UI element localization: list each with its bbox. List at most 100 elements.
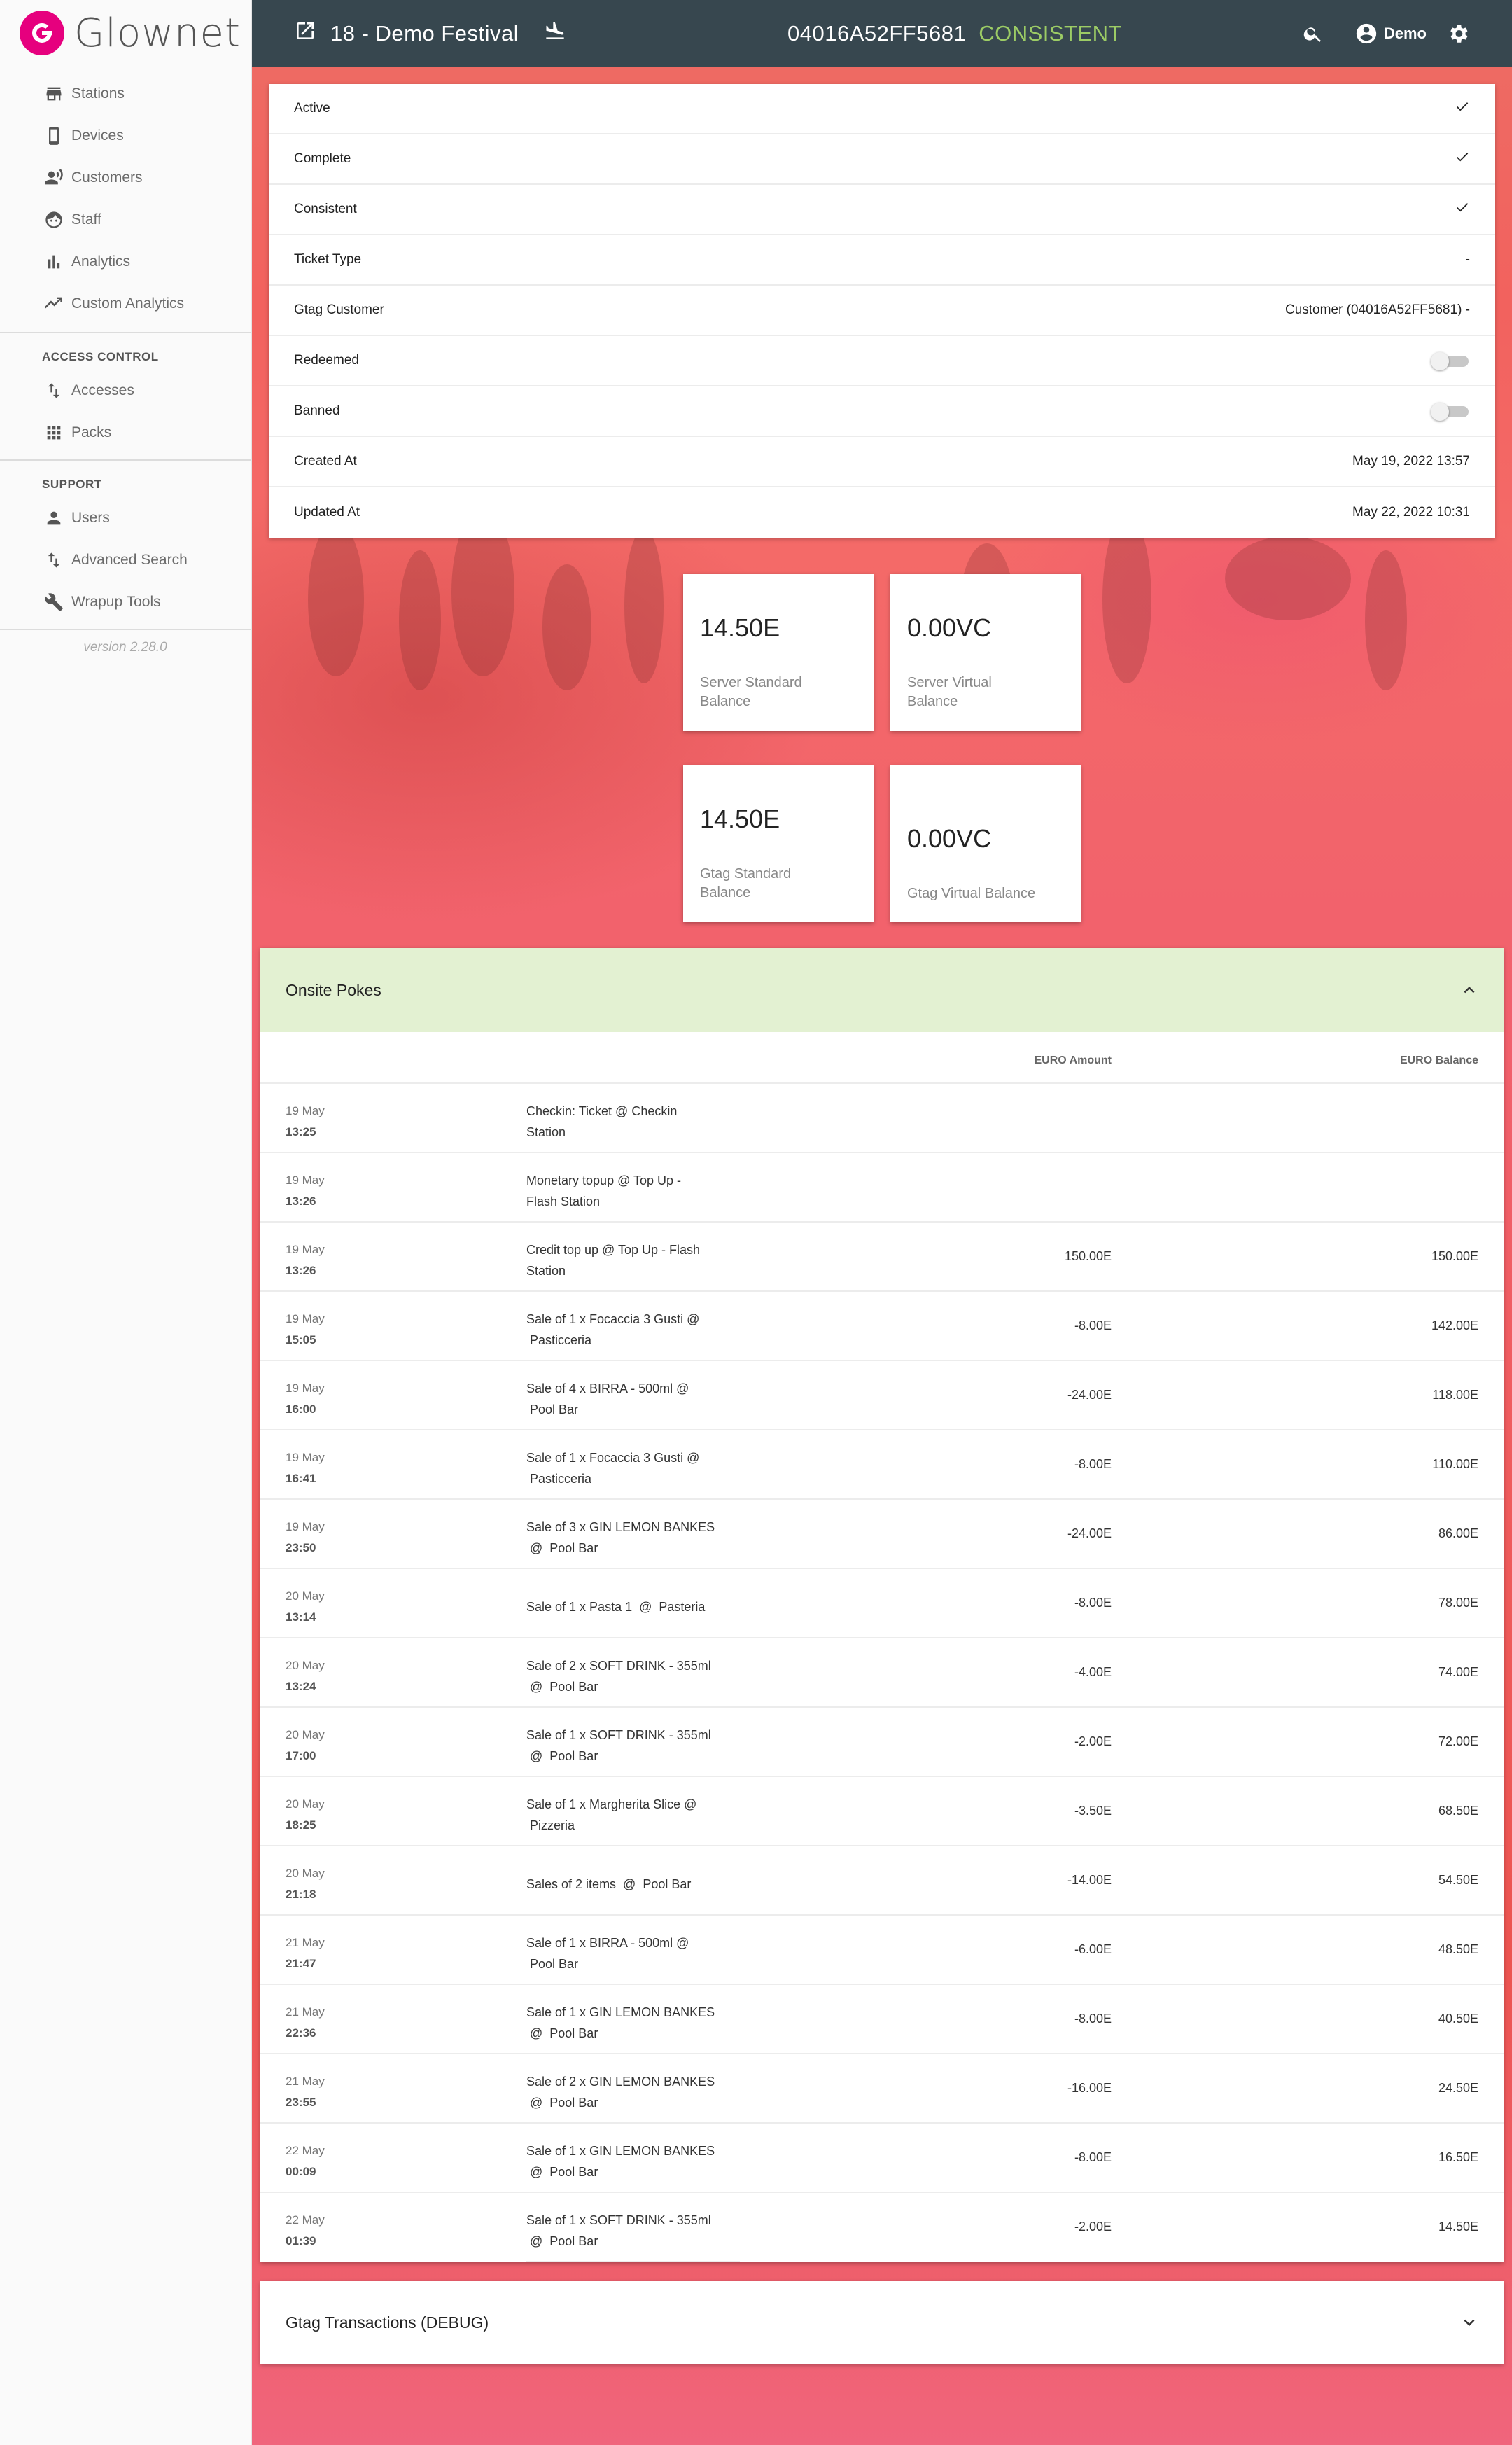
search-icon[interactable] [1303, 23, 1324, 44]
sidebar-item-label: Advanced Search [71, 552, 188, 568]
table-row[interactable]: 19 May 13:26 Credit top up @ Top Up - Flas… [260, 1222, 1504, 1292]
event-name[interactable]: 18 - Demo Festival [330, 21, 519, 46]
detail-row-ticket-type: Ticket Type - [269, 235, 1495, 286]
detail-value: May 19, 2022 13:57 [1352, 454, 1470, 468]
detail-value: Customer (04016A52FF5681) - [1284, 302, 1470, 317]
poke-balance: 74.00E [1438, 1665, 1478, 1679]
table-row[interactable]: 20 May 17:00 Sale of 1 x SOFT DRINK - 355m… [260, 1708, 1504, 1777]
check-icon [1455, 99, 1470, 118]
poke-day: 19 May [286, 1520, 325, 1533]
sidebar-item-analytics[interactable]: Analytics [0, 241, 251, 283]
table-row[interactable]: 22 May 01:39 Sale of 1 x SOFT DRINK - 355m… [260, 2193, 1504, 2262]
table-row[interactable]: 19 May 15:05 Sale of 1 x Focaccia 3 Gusti … [260, 1292, 1504, 1361]
table-row[interactable]: 21 May 22:36 Sale of 1 x GIN LEMON BANKES … [260, 1985, 1504, 2054]
poke-description: Sale of 1 x Margherita Slice @ Pizzeria [526, 1794, 740, 1846]
poke-date: 19 May 16:00 [286, 1378, 325, 1420]
poke-amount: -2.00E [1074, 2220, 1112, 2234]
gtag-transactions-header[interactable]: Gtag Transactions (DEBUG) [260, 2281, 1504, 2364]
access-control-heading: ACCESS CONTROL [42, 350, 159, 363]
brand-name: Glownet [74, 10, 241, 56]
onsite-pokes-panel: Onsite Pokes EURO Amount EURO Balance 19… [260, 948, 1504, 2262]
detail-row-created-at: Created At May 19, 2022 13:57 [269, 437, 1495, 487]
table-row[interactable]: 19 May 16:41 Sale of 1 x Focaccia 3 Gusti … [260, 1430, 1504, 1500]
detail-row-banned: Banned [269, 386, 1495, 437]
poke-day: 19 May [286, 1243, 325, 1256]
poke-balance: 78.00E [1438, 1596, 1478, 1610]
poke-time: 01:39 [286, 2234, 316, 2248]
sidebar-item-packs[interactable]: Packs [0, 412, 251, 454]
sidebar-item-custom-analytics[interactable]: Custom Analytics [0, 283, 251, 325]
table-row[interactable]: 20 May 13:24 Sale of 2 x SOFT DRINK - 355m… [260, 1638, 1504, 1708]
table-row[interactable]: 19 May 23:50 Sale of 3 x GIN LEMON BANKES … [260, 1500, 1504, 1569]
poke-day: 20 May [286, 1867, 325, 1880]
poke-balance: 110.00E [1432, 1457, 1478, 1471]
chevron-down-icon[interactable] [1459, 2312, 1480, 2333]
sidebar-item-users[interactable]: Users [0, 497, 251, 539]
balance-amount: 14.50E [700, 804, 780, 833]
toggle-switch[interactable] [1431, 403, 1470, 421]
table-row[interactable]: 21 May 21:47 Sale of 1 x BIRRA - 500ml @ P… [260, 1916, 1504, 1985]
sidebar-item-devices[interactable]: Devices [0, 115, 251, 157]
poke-date: 20 May 18:25 [286, 1794, 325, 1836]
column-header-balance[interactable]: EURO Balance [1400, 1054, 1478, 1067]
open-external-icon[interactable] [294, 20, 316, 48]
table-row[interactable]: 22 May 00:09 Sale of 1 x GIN LEMON BANKES … [260, 2124, 1504, 2193]
poke-day: 21 May [286, 2005, 325, 2019]
flight-land-icon[interactable] [544, 20, 566, 48]
poke-date: 20 May 17:00 [286, 1725, 325, 1767]
poke-time: 13:26 [286, 1194, 316, 1208]
poke-balance: 14.50E [1438, 2220, 1478, 2234]
detail-label: Created At [294, 454, 357, 468]
sidebar-item-customers[interactable]: Customers [0, 157, 251, 199]
sidebar-item-label: Accesses [71, 382, 134, 398]
poke-description-line2: @ Pool Bar [526, 1680, 598, 1694]
poke-time: 22:36 [286, 2026, 316, 2040]
panel-title: Gtag Transactions (DEBUG) [286, 2313, 489, 2332]
table-row[interactable]: 20 May 21:18 Sales of 2 items @ Pool Bar -1… [260, 1846, 1504, 1916]
poke-description-line1: Sale of 1 x GIN LEMON BANKES [526, 2144, 715, 2158]
onsite-pokes-header[interactable]: Onsite Pokes [260, 948, 1504, 1032]
poke-day: 20 May [286, 1589, 325, 1603]
table-row[interactable]: 21 May 23:55 Sale of 2 x GIN LEMON BANKES … [260, 2054, 1504, 2124]
gtag-virtual-balance-card: 0.00VC Gtag Virtual Balance [890, 765, 1081, 922]
poke-description-line2: Sales of 2 items @ Pool Bar [526, 1877, 692, 1891]
poke-description-line2: @ Pool Bar [526, 2096, 598, 2110]
balance-amount: 14.50E [700, 613, 780, 642]
table-row[interactable]: 19 May 16:00 Sale of 4 x BIRRA - 500ml @ P… [260, 1361, 1504, 1430]
poke-time: 18:25 [286, 1818, 316, 1832]
gear-icon[interactable] [1446, 22, 1470, 46]
main-content: Active Complete Consistent Ticket Type - Gtag… [252, 67, 1512, 2445]
poke-description: Sale of 1 x BIRRA - 500ml @ Pool Bar [526, 1932, 740, 1984]
table-row[interactable]: 20 May 18:25 Sale of 1 x Margherita Slice … [260, 1777, 1504, 1846]
table-row[interactable]: 20 May 13:14 Sale of 1 x Pasta 1 @ Pasteri… [260, 1569, 1504, 1638]
brand[interactable]: Glownet [0, 0, 251, 66]
column-header-amount[interactable]: EURO Amount [1034, 1054, 1112, 1067]
sidebar-item-wrapup-tools[interactable]: Wrapup Tools [0, 581, 251, 623]
check-icon [1455, 200, 1470, 219]
table-row[interactable]: 19 May 13:25 Checkin: Ticket @ Checkin Stat… [260, 1084, 1504, 1153]
sidebar-item-stations[interactable]: Stations [0, 73, 251, 115]
gtag-standard-balance-card: 14.50E Gtag Standard Balance [683, 765, 874, 922]
poke-date: 22 May 00:09 [286, 2140, 325, 2182]
poke-amount: -3.50E [1074, 1804, 1112, 1818]
poke-description-line2: @ Pool Bar [526, 1749, 598, 1763]
poke-date: 21 May 23:55 [286, 2071, 325, 2113]
poke-amount: -2.00E [1074, 1734, 1112, 1748]
sidebar-item-label: Packs [71, 424, 112, 440]
poke-description-line1: Sale of 4 x BIRRA - 500ml @ [526, 1381, 690, 1395]
sidebar-item-staff[interactable]: Staff [0, 199, 251, 241]
user-menu[interactable]: Demo [1354, 22, 1427, 46]
poke-balance: 16.50E [1438, 2150, 1478, 2164]
poke-amount: -8.00E [1074, 2012, 1112, 2026]
toggle-switch[interactable] [1431, 352, 1470, 370]
detail-row-redeemed: Redeemed [269, 336, 1495, 386]
sidebar-item-accesses[interactable]: Accesses [0, 370, 251, 412]
poke-amount: -4.00E [1074, 1665, 1112, 1679]
chevron-up-icon[interactable] [1459, 980, 1480, 1001]
poke-description: Sale of 2 x GIN LEMON BANKES @ Pool Bar [526, 2071, 740, 2123]
sidebar-item-advanced-search[interactable]: Advanced Search [0, 539, 251, 581]
poke-description-line2: Pasticceria [526, 1472, 592, 1486]
table-row[interactable]: 19 May 13:26 Monetary topup @ Top Up - Flas… [260, 1153, 1504, 1222]
poke-description: Sale of 1 x Pasta 1 @ Pasteria [526, 1586, 740, 1638]
sidebar-item-label: Customers [71, 169, 143, 186]
